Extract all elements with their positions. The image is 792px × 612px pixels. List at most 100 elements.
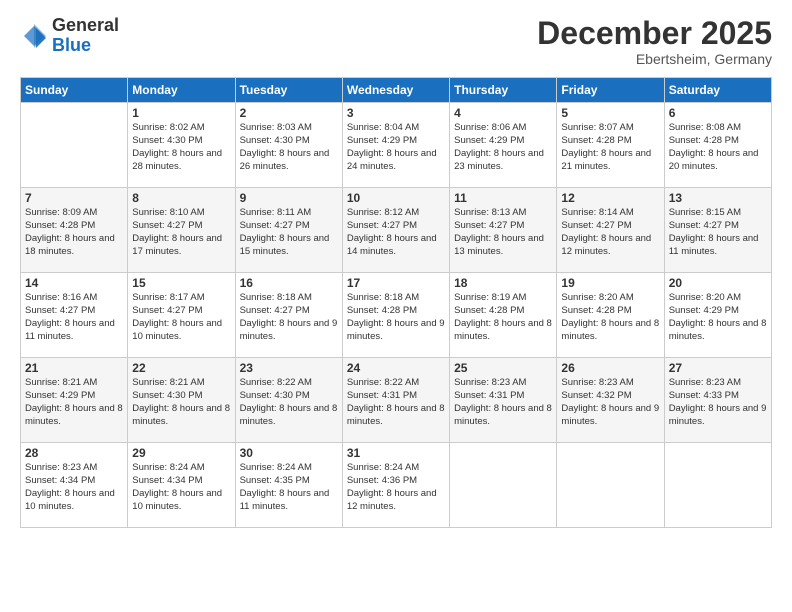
day-number: 24 bbox=[347, 361, 445, 375]
calendar-cell: 6 Sunrise: 8:08 AM Sunset: 4:28 PM Daylig… bbox=[664, 103, 771, 188]
day-number: 5 bbox=[561, 106, 659, 120]
calendar-cell: 19 Sunrise: 8:20 AM Sunset: 4:28 PM Dayli… bbox=[557, 273, 664, 358]
day-number: 25 bbox=[454, 361, 552, 375]
calendar-cell: 25 Sunrise: 8:23 AM Sunset: 4:31 PM Dayli… bbox=[450, 358, 557, 443]
calendar-cell: 20Sunrise: 8:20 AM Sunset: 4:29 PM Dayli… bbox=[664, 273, 771, 358]
calendar-cell bbox=[21, 103, 128, 188]
day-info: Sunrise: 8:03 AM Sunset: 4:30 PM Dayligh… bbox=[240, 122, 338, 173]
col-monday: Monday bbox=[128, 78, 235, 103]
col-saturday: Saturday bbox=[664, 78, 771, 103]
calendar-cell: 1 Sunrise: 8:02 AM Sunset: 4:30 PM Daylig… bbox=[128, 103, 235, 188]
calendar-cell: 27 Sunrise: 8:23 AM Sunset: 4:33 PM Dayli… bbox=[664, 358, 771, 443]
day-number: 30 bbox=[240, 446, 338, 460]
calendar-cell: 17 Sunrise: 8:18 AM Sunset: 4:28 PM Dayli… bbox=[342, 273, 449, 358]
col-tuesday: Tuesday bbox=[235, 78, 342, 103]
day-info: Sunrise: 8:23 AM Sunset: 4:34 PM Dayligh… bbox=[25, 462, 123, 513]
calendar-cell: 16 Sunrise: 8:18 AM Sunset: 4:27 PM Dayli… bbox=[235, 273, 342, 358]
day-number: 12 bbox=[561, 191, 659, 205]
day-number: 1 bbox=[132, 106, 230, 120]
day-number: 28 bbox=[25, 446, 123, 460]
calendar-cell: 30 Sunrise: 8:24 AM Sunset: 4:35 PM Dayli… bbox=[235, 443, 342, 528]
calendar-week-1: 7 Sunrise: 8:09 AM Sunset: 4:28 PM Daylig… bbox=[21, 188, 772, 273]
day-number: 11 bbox=[454, 191, 552, 205]
calendar-cell: 11 Sunrise: 8:13 AM Sunset: 4:27 PM Dayli… bbox=[450, 188, 557, 273]
day-number: 3 bbox=[347, 106, 445, 120]
calendar-cell: 28 Sunrise: 8:23 AM Sunset: 4:34 PM Dayli… bbox=[21, 443, 128, 528]
day-info: Sunrise: 8:09 AM Sunset: 4:28 PM Dayligh… bbox=[25, 207, 123, 258]
day-number: 15 bbox=[132, 276, 230, 290]
col-thursday: Thursday bbox=[450, 78, 557, 103]
day-info: Sunrise: 8:14 AM Sunset: 4:27 PM Dayligh… bbox=[561, 207, 659, 258]
day-number: 19 bbox=[561, 276, 659, 290]
day-number: 21 bbox=[25, 361, 123, 375]
title-block: December 2025 Ebertsheim, Germany bbox=[537, 16, 772, 67]
calendar-cell: 29Sunrise: 8:24 AM Sunset: 4:34 PM Dayli… bbox=[128, 443, 235, 528]
calendar-cell: 3 Sunrise: 8:04 AM Sunset: 4:29 PM Daylig… bbox=[342, 103, 449, 188]
calendar-cell: 18 Sunrise: 8:19 AM Sunset: 4:28 PM Dayli… bbox=[450, 273, 557, 358]
day-number: 20 bbox=[669, 276, 767, 290]
calendar-cell: 21 Sunrise: 8:21 AM Sunset: 4:29 PM Dayli… bbox=[21, 358, 128, 443]
calendar-cell: 7 Sunrise: 8:09 AM Sunset: 4:28 PM Daylig… bbox=[21, 188, 128, 273]
day-info: Sunrise: 8:20 AM Sunset: 4:28 PM Dayligh… bbox=[561, 292, 659, 343]
calendar-week-4: 28 Sunrise: 8:23 AM Sunset: 4:34 PM Dayli… bbox=[21, 443, 772, 528]
col-friday: Friday bbox=[557, 78, 664, 103]
day-number: 14 bbox=[25, 276, 123, 290]
calendar-week-3: 21 Sunrise: 8:21 AM Sunset: 4:29 PM Dayli… bbox=[21, 358, 772, 443]
day-number: 16 bbox=[240, 276, 338, 290]
calendar-cell bbox=[664, 443, 771, 528]
day-info: Sunrise: 8:17 AM Sunset: 4:27 PM Dayligh… bbox=[132, 292, 230, 343]
calendar-week-2: 14 Sunrise: 8:16 AM Sunset: 4:27 PM Dayli… bbox=[21, 273, 772, 358]
col-wednesday: Wednesday bbox=[342, 78, 449, 103]
calendar-cell: 15 Sunrise: 8:17 AM Sunset: 4:27 PM Dayli… bbox=[128, 273, 235, 358]
calendar-cell: 22Sunrise: 8:21 AM Sunset: 4:30 PM Dayli… bbox=[128, 358, 235, 443]
day-info: Sunrise: 8:02 AM Sunset: 4:30 PM Dayligh… bbox=[132, 122, 230, 173]
page: General Blue December 2025 Ebertsheim, G… bbox=[0, 0, 792, 612]
calendar-body: 1 Sunrise: 8:02 AM Sunset: 4:30 PM Daylig… bbox=[21, 103, 772, 528]
day-info: Sunrise: 8:16 AM Sunset: 4:27 PM Dayligh… bbox=[25, 292, 123, 343]
day-number: 4 bbox=[454, 106, 552, 120]
calendar-cell: 26 Sunrise: 8:23 AM Sunset: 4:32 PM Dayli… bbox=[557, 358, 664, 443]
day-number: 8 bbox=[132, 191, 230, 205]
day-number: 7 bbox=[25, 191, 123, 205]
day-info: Sunrise: 8:18 AM Sunset: 4:27 PM Dayligh… bbox=[240, 292, 338, 343]
calendar-cell: 2 Sunrise: 8:03 AM Sunset: 4:30 PM Daylig… bbox=[235, 103, 342, 188]
day-info: Sunrise: 8:06 AM Sunset: 4:29 PM Dayligh… bbox=[454, 122, 552, 173]
day-info: Sunrise: 8:19 AM Sunset: 4:28 PM Dayligh… bbox=[454, 292, 552, 343]
col-sunday: Sunday bbox=[21, 78, 128, 103]
calendar-cell: 4 Sunrise: 8:06 AM Sunset: 4:29 PM Daylig… bbox=[450, 103, 557, 188]
day-info: Sunrise: 8:24 AM Sunset: 4:35 PM Dayligh… bbox=[240, 462, 338, 513]
calendar-cell: 23Sunrise: 8:22 AM Sunset: 4:30 PM Dayli… bbox=[235, 358, 342, 443]
day-info: Sunrise: 8:24 AM Sunset: 4:36 PM Dayligh… bbox=[347, 462, 445, 513]
day-number: 26 bbox=[561, 361, 659, 375]
calendar-cell: 12 Sunrise: 8:14 AM Sunset: 4:27 PM Dayli… bbox=[557, 188, 664, 273]
calendar-cell: 24Sunrise: 8:22 AM Sunset: 4:31 PM Dayli… bbox=[342, 358, 449, 443]
day-info: Sunrise: 8:11 AM Sunset: 4:27 PM Dayligh… bbox=[240, 207, 338, 258]
day-info: Sunrise: 8:18 AM Sunset: 4:28 PM Dayligh… bbox=[347, 292, 445, 343]
calendar-cell: 5Sunrise: 8:07 AM Sunset: 4:28 PM Daylig… bbox=[557, 103, 664, 188]
day-info: Sunrise: 8:22 AM Sunset: 4:30 PM Dayligh… bbox=[240, 377, 338, 428]
day-info: Sunrise: 8:04 AM Sunset: 4:29 PM Dayligh… bbox=[347, 122, 445, 173]
calendar-cell: 9 Sunrise: 8:11 AM Sunset: 4:27 PM Daylig… bbox=[235, 188, 342, 273]
month-title: December 2025 bbox=[537, 16, 772, 51]
day-number: 9 bbox=[240, 191, 338, 205]
logo-general: General bbox=[52, 15, 119, 35]
calendar-cell bbox=[557, 443, 664, 528]
day-info: Sunrise: 8:21 AM Sunset: 4:30 PM Dayligh… bbox=[132, 377, 230, 428]
day-info: Sunrise: 8:21 AM Sunset: 4:29 PM Dayligh… bbox=[25, 377, 123, 428]
day-info: Sunrise: 8:13 AM Sunset: 4:27 PM Dayligh… bbox=[454, 207, 552, 258]
day-info: Sunrise: 8:23 AM Sunset: 4:31 PM Dayligh… bbox=[454, 377, 552, 428]
day-number: 17 bbox=[347, 276, 445, 290]
day-number: 10 bbox=[347, 191, 445, 205]
header-row: Sunday Monday Tuesday Wednesday Thursday… bbox=[21, 78, 772, 103]
day-number: 27 bbox=[669, 361, 767, 375]
calendar-cell: 13Sunrise: 8:15 AM Sunset: 4:27 PM Dayli… bbox=[664, 188, 771, 273]
day-info: Sunrise: 8:08 AM Sunset: 4:28 PM Dayligh… bbox=[669, 122, 767, 173]
day-info: Sunrise: 8:23 AM Sunset: 4:33 PM Dayligh… bbox=[669, 377, 767, 428]
day-number: 6 bbox=[669, 106, 767, 120]
subtitle: Ebertsheim, Germany bbox=[537, 51, 772, 67]
header: General Blue December 2025 Ebertsheim, G… bbox=[20, 16, 772, 67]
day-number: 18 bbox=[454, 276, 552, 290]
day-info: Sunrise: 8:23 AM Sunset: 4:32 PM Dayligh… bbox=[561, 377, 659, 428]
day-info: Sunrise: 8:15 AM Sunset: 4:27 PM Dayligh… bbox=[669, 207, 767, 258]
day-number: 2 bbox=[240, 106, 338, 120]
